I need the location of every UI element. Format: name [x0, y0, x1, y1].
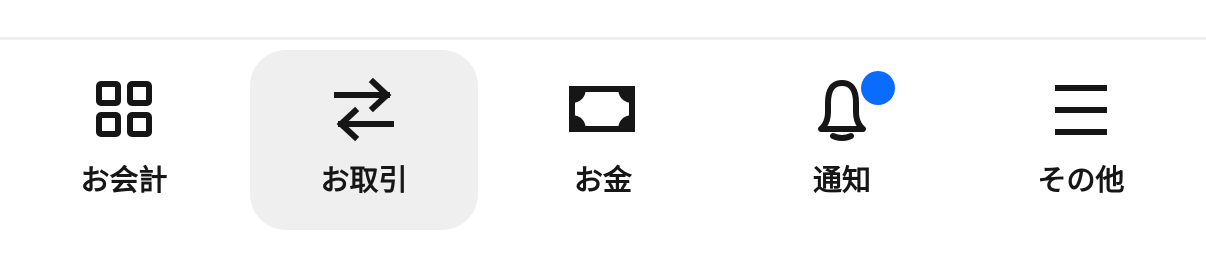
tab-checkout-label: お会計	[80, 163, 168, 197]
menu-icon	[1045, 78, 1117, 142]
grid-icon	[88, 78, 160, 142]
banknote-icon	[567, 78, 639, 142]
tab-money-label: お金	[573, 163, 632, 197]
notification-badge	[861, 71, 895, 105]
tab-transactions[interactable]: お取引	[250, 50, 478, 230]
tab-more-label: その他	[1037, 163, 1125, 197]
transfer-arrows-icon	[328, 78, 400, 142]
bottom-tab-bar: お会計 お取引 お金 通知 その他	[0, 0, 1206, 276]
tab-checkout[interactable]: お会計	[10, 50, 238, 230]
tab-notifications-label: 通知	[812, 163, 871, 197]
tab-more[interactable]: その他	[967, 50, 1195, 230]
tab-money[interactable]: お金	[489, 50, 717, 230]
top-divider	[0, 37, 1206, 40]
tab-notifications[interactable]: 通知	[728, 50, 956, 230]
tab-transactions-label: お取引	[320, 163, 408, 197]
